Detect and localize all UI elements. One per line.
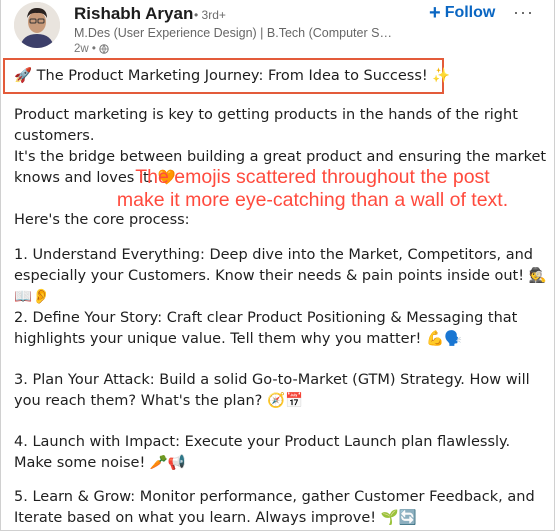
author-headline: M.Des (User Experience Design) | B.Tech …: [74, 26, 396, 40]
post-time: 2w •: [74, 43, 96, 55]
connection-degree: • 3rd+: [194, 8, 226, 22]
annotation-line-2: make it more eye-catching than a wall of…: [116, 189, 509, 211]
list-item: 5. Learn & Grow: Monitor performance, ga…: [14, 489, 535, 526]
follow-label: Follow: [444, 4, 496, 21]
list-item: 2. Define Your Story: Craft clear Produc…: [14, 310, 518, 347]
more-options-icon[interactable]: ···: [513, 2, 534, 23]
follow-button[interactable]: + Follow: [429, 2, 496, 24]
list-item: 4. Launch with Impact: Execute your Prod…: [14, 434, 511, 471]
post-intro: Product marketing is key to getting prod…: [14, 107, 518, 144]
list-item: 1. Understand Everything: Deep dive into…: [14, 247, 547, 305]
post-meta: 2w •: [74, 43, 109, 55]
avatar[interactable]: [14, 2, 60, 48]
profile-photo: [14, 2, 60, 48]
post-title: 🚀 The Product Marketing Journey: From Id…: [14, 68, 451, 84]
post-core: Here's the core process:: [14, 212, 190, 228]
annotation-line-1: The emojis scattered throughout the post: [135, 166, 490, 188]
plus-icon: +: [429, 2, 441, 24]
author-name[interactable]: Rishabh Aryan: [74, 4, 193, 24]
globe-icon: [99, 44, 109, 54]
list-item: 3. Plan Your Attack: Build a solid Go-to…: [14, 372, 530, 409]
